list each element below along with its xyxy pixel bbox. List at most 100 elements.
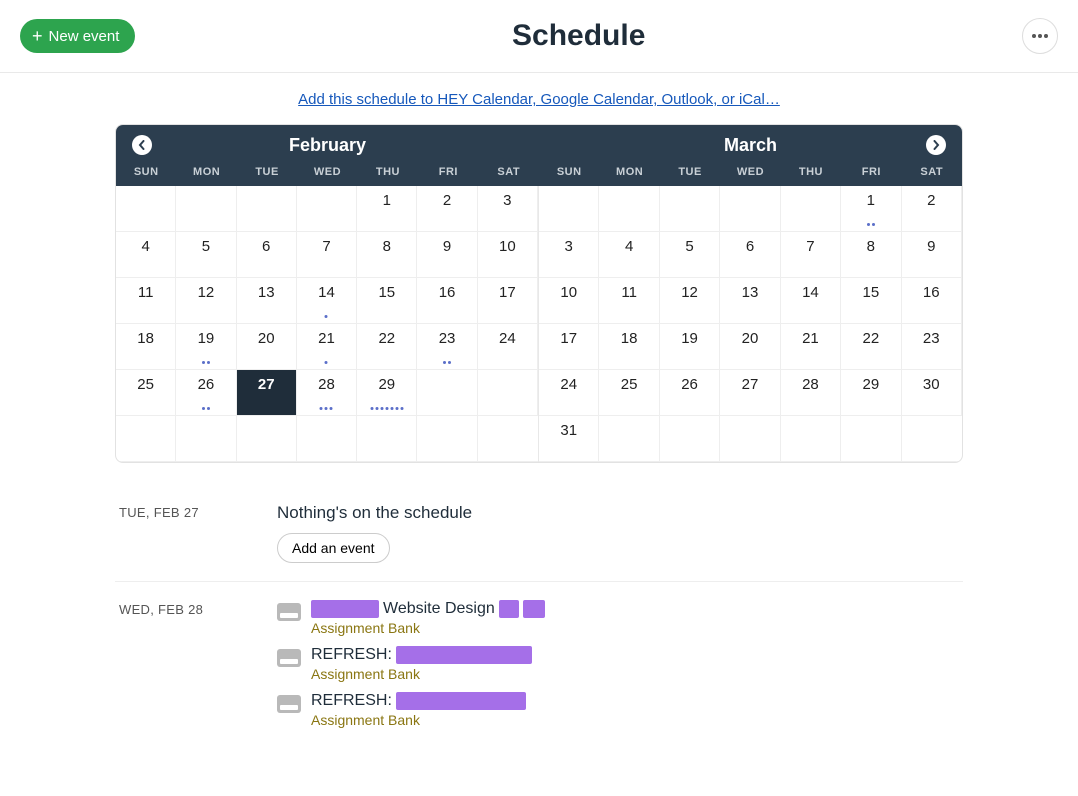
chevron-left-icon (137, 140, 147, 150)
day-cell[interactable]: 26 (176, 370, 236, 416)
event-dots (325, 361, 328, 364)
dow-label: SAT (479, 160, 539, 186)
day-cell[interactable]: 1 (841, 186, 901, 232)
day-cell[interactable]: 16 (417, 278, 477, 324)
day-cell[interactable]: 29 (841, 370, 901, 416)
card-icon (277, 695, 301, 713)
day-cell[interactable]: 10 (478, 232, 538, 278)
day-cell[interactable]: 21 (297, 324, 357, 370)
day-cell[interactable]: 25 (599, 370, 659, 416)
event-item[interactable]: REFRESH: Assignment Bank (277, 646, 963, 682)
day-cell[interactable]: 18 (599, 324, 659, 370)
day-cell[interactable]: 14 (297, 278, 357, 324)
day-cell[interactable]: 10 (539, 278, 599, 324)
day-cell[interactable]: 15 (841, 278, 901, 324)
day-cell-empty (478, 370, 538, 416)
day-cell[interactable]: 17 (478, 278, 538, 324)
day-cell[interactable]: 9 (902, 232, 962, 278)
event-subtitle: Assignment Bank (311, 620, 963, 636)
event-dots (325, 315, 328, 318)
day-cell[interactable]: 7 (781, 232, 841, 278)
day-cell[interactable]: 30 (902, 370, 962, 416)
day-cell-empty (417, 370, 477, 416)
empty-schedule-text: Nothing's on the schedule (277, 503, 963, 523)
day-cell[interactable]: 28 (781, 370, 841, 416)
agenda-body: Website Design Assignment Bank REFRESH: As… (277, 600, 963, 738)
day-cell[interactable]: 20 (237, 324, 297, 370)
day-cell[interactable]: 9 (417, 232, 477, 278)
day-cell[interactable]: 26 (660, 370, 720, 416)
day-cell[interactable]: 27 (237, 370, 297, 416)
event-title: Website Design (311, 600, 963, 618)
day-cell[interactable]: 11 (116, 278, 176, 324)
add-event-button[interactable]: Add an event (277, 533, 390, 563)
day-cell[interactable]: 7 (297, 232, 357, 278)
next-month-button[interactable] (926, 135, 946, 155)
day-cell[interactable]: 11 (599, 278, 659, 324)
day-cell-empty (720, 186, 780, 232)
calendar: February SUNMONTUEWEDTHUFRISAT March SUN… (115, 124, 963, 463)
day-cell[interactable]: 2 (902, 186, 962, 232)
day-cell-empty (237, 416, 297, 462)
chevron-right-icon (931, 140, 941, 150)
dow-label: SUN (116, 160, 176, 186)
dots-icon (1032, 34, 1036, 38)
card-icon (277, 603, 301, 621)
day-cell[interactable]: 29 (357, 370, 417, 416)
day-cell[interactable]: 18 (116, 324, 176, 370)
day-cell[interactable]: 6 (237, 232, 297, 278)
day-cell[interactable]: 1 (357, 186, 417, 232)
event-item[interactable]: Website Design Assignment Bank (277, 600, 963, 636)
event-title: REFRESH: (311, 646, 963, 664)
month-grid-right: 1234567891011121314151617181920212223242… (539, 186, 962, 462)
day-cell[interactable]: 12 (660, 278, 720, 324)
day-cell-empty (660, 416, 720, 462)
day-cell[interactable]: 19 (176, 324, 236, 370)
day-cell[interactable]: 2 (417, 186, 477, 232)
day-cell[interactable]: 27 (720, 370, 780, 416)
day-cell[interactable]: 15 (357, 278, 417, 324)
dow-label: WED (297, 160, 357, 186)
day-cell[interactable]: 23 (902, 324, 962, 370)
day-cell[interactable]: 31 (539, 416, 599, 462)
event-dots (867, 223, 875, 226)
day-cell[interactable]: 21 (781, 324, 841, 370)
day-cell-empty (841, 416, 901, 462)
day-cell[interactable]: 8 (357, 232, 417, 278)
day-cell[interactable]: 13 (720, 278, 780, 324)
day-cell[interactable]: 24 (478, 324, 538, 370)
agenda-row: WED, FEB 28 Website Design Assignment Ban… (115, 582, 963, 756)
prev-month-button[interactable] (132, 135, 152, 155)
top-bar: + New event Schedule (0, 0, 1078, 73)
redacted-text (499, 600, 519, 618)
day-cell[interactable]: 8 (841, 232, 901, 278)
day-cell[interactable]: 23 (417, 324, 477, 370)
subscribe-link[interactable]: Add this schedule to HEY Calendar, Googl… (0, 91, 1078, 108)
day-cell[interactable]: 22 (357, 324, 417, 370)
day-cell[interactable]: 25 (116, 370, 176, 416)
day-cell[interactable]: 19 (660, 324, 720, 370)
day-cell[interactable]: 5 (660, 232, 720, 278)
dow-label: MON (176, 160, 236, 186)
day-cell[interactable]: 4 (599, 232, 659, 278)
day-cell[interactable]: 14 (781, 278, 841, 324)
day-cell[interactable]: 6 (720, 232, 780, 278)
day-cell[interactable]: 13 (237, 278, 297, 324)
day-cell[interactable]: 3 (478, 186, 538, 232)
day-cell[interactable]: 22 (841, 324, 901, 370)
day-cell[interactable]: 24 (539, 370, 599, 416)
day-cell[interactable]: 3 (539, 232, 599, 278)
event-item[interactable]: REFRESH: Assignment Bank (277, 692, 963, 728)
more-menu-button[interactable] (1022, 18, 1058, 54)
day-cell[interactable]: 16 (902, 278, 962, 324)
day-cell[interactable]: 20 (720, 324, 780, 370)
day-cell[interactable]: 5 (176, 232, 236, 278)
day-cell-empty (297, 186, 357, 232)
day-cell[interactable]: 4 (116, 232, 176, 278)
day-cell[interactable]: 12 (176, 278, 236, 324)
new-event-button[interactable]: + New event (20, 19, 135, 53)
agenda-date: WED, FEB 28 (119, 600, 277, 738)
day-cell[interactable]: 28 (297, 370, 357, 416)
day-cell-empty (539, 186, 599, 232)
day-cell[interactable]: 17 (539, 324, 599, 370)
